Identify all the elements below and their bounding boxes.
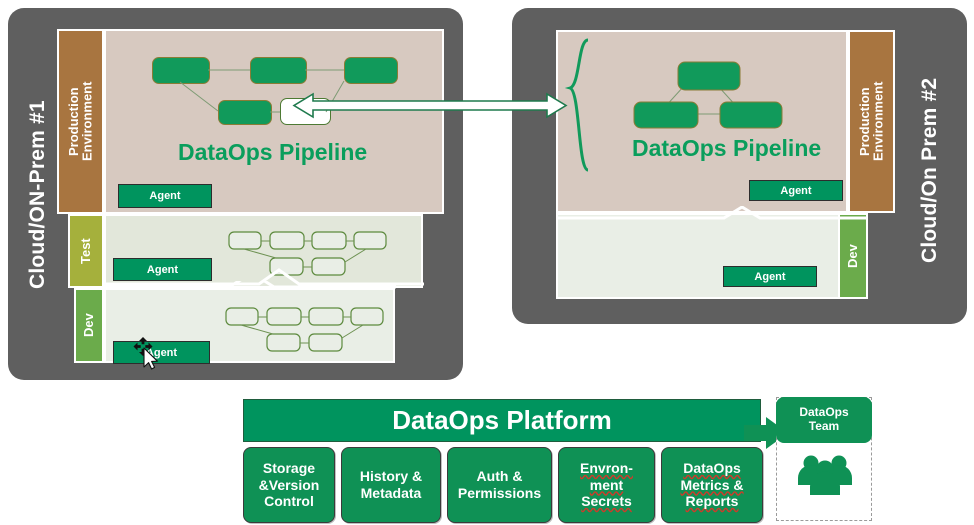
right-pipeline-title: DataOps Pipeline bbox=[632, 135, 822, 161]
right-agent-button-production[interactable]: Agent bbox=[749, 180, 843, 201]
platform-card-environment-secrets[interactable]: Envron- ment Secrets bbox=[558, 447, 655, 523]
right-env-divider-notch bbox=[556, 206, 868, 220]
cloud-onprem-2-label: Cloud/On Prem #2 bbox=[917, 77, 941, 263]
agent-button-dev[interactable]: Agent bbox=[113, 341, 210, 364]
platform-card-storage-version-control[interactable]: Storage &Version Control bbox=[243, 447, 335, 523]
right-strip-dev: Dev bbox=[838, 213, 868, 299]
people-group-icon bbox=[798, 455, 852, 495]
pipeline-node[interactable] bbox=[344, 57, 398, 84]
cross-cloud-sync-arrow bbox=[292, 92, 568, 119]
left-pipeline-title: DataOps Pipeline bbox=[178, 139, 368, 165]
cloud-onprem-1-label: Cloud/ON-Prem #1 bbox=[25, 100, 49, 290]
dataops-platform-banner: DataOps Platform bbox=[243, 399, 761, 442]
right-agent-button-dev[interactable]: Agent bbox=[723, 266, 817, 287]
platform-card-dataops-metrics-reports[interactable]: DataOps Metrics & Reports bbox=[661, 447, 763, 523]
pipeline-node[interactable] bbox=[250, 57, 307, 84]
dataops-team-header: DataOps Team bbox=[776, 397, 872, 443]
pipeline-node[interactable] bbox=[152, 57, 210, 84]
left-strip-dev: Dev bbox=[74, 288, 104, 363]
pipeline-node[interactable] bbox=[218, 100, 272, 125]
platform-card-history-metadata[interactable]: History & Metadata bbox=[341, 447, 441, 523]
left-strip-production-environment: Production Environment bbox=[57, 29, 104, 214]
right-dev-environment-body bbox=[556, 213, 868, 299]
left-strip-test: Test bbox=[68, 214, 104, 288]
agent-button-test[interactable]: Agent bbox=[113, 258, 212, 281]
platform-card-auth-permissions[interactable]: Auth & Permissions bbox=[447, 447, 552, 523]
agent-button-production[interactable]: Agent bbox=[118, 184, 212, 208]
right-strip-production-environment: Production Environment bbox=[848, 30, 895, 213]
